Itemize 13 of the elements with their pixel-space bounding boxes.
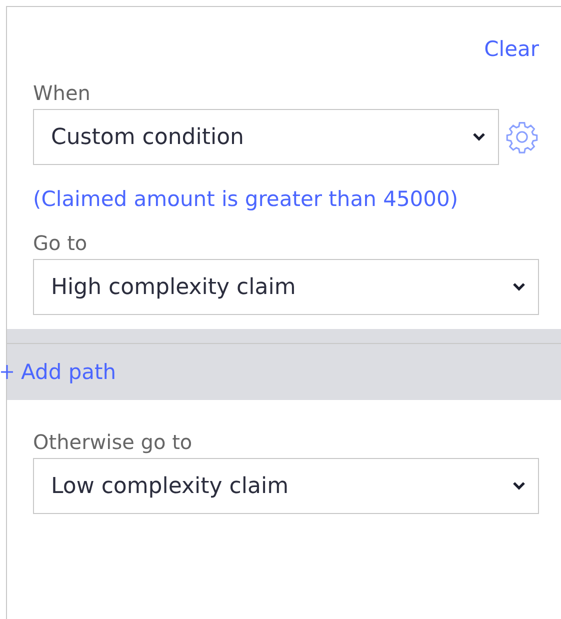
clear-link[interactable]: Clear xyxy=(484,37,539,61)
caret-icon xyxy=(512,282,526,292)
dropdown[interactable]: High complexity claim xyxy=(33,259,539,315)
field-label: Go to xyxy=(33,231,88,255)
settings-icon[interactable] xyxy=(505,120,539,154)
plus-icon xyxy=(1,365,13,379)
caret-icon xyxy=(512,481,526,491)
condition-link[interactable]: (Claimed amount is greater than 45000) xyxy=(33,187,561,211)
caret-icon xyxy=(472,132,486,142)
field-label: When xyxy=(33,81,92,105)
dropdown[interactable]: Low complexity claim xyxy=(33,458,539,514)
field-label: Otherwise go to xyxy=(33,430,194,454)
dropdown[interactable]: Custom condition xyxy=(33,109,499,165)
